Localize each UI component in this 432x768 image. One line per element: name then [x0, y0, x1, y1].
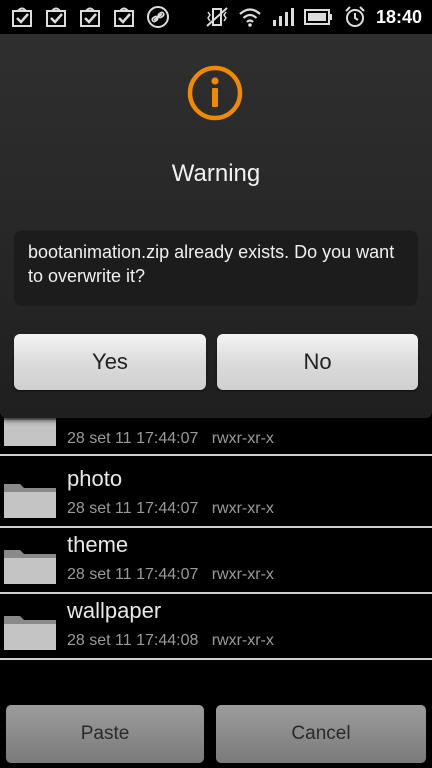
notification-checkbox-icon	[112, 5, 136, 29]
yes-button[interactable]: Yes	[14, 334, 206, 390]
warning-dialog: Warning bootanimation.zip already exists…	[0, 34, 432, 418]
folder-icon	[4, 550, 56, 584]
file-row-wallpaper[interactable]: wallpaper 28 set 11 17:44:08 rwxr-xr-x	[0, 594, 432, 660]
alarm-icon	[343, 5, 367, 29]
file-meta: 28 set 11 17:44:07 rwxr-xr-x	[67, 430, 274, 447]
status-bar: 18:40	[0, 0, 432, 34]
folder-icon	[4, 616, 56, 650]
paste-button[interactable]: Paste	[6, 705, 204, 763]
warning-info-icon	[187, 65, 243, 121]
signal-icon	[271, 5, 295, 29]
no-button[interactable]: No	[217, 334, 418, 390]
folder-icon	[4, 484, 56, 518]
muted-vibrate-icon	[205, 5, 229, 29]
notification-checkbox-icon	[78, 5, 102, 29]
dialog-title: Warning	[171, 160, 261, 187]
file-name: theme	[67, 532, 129, 557]
file-name: wallpaper	[67, 598, 162, 623]
cancel-button[interactable]: Cancel	[216, 705, 426, 763]
bottom-action-bar: Paste Cancel	[0, 700, 432, 768]
message-box: bootanimation.zip already exists. Do you…	[14, 230, 418, 306]
wifi-icon	[238, 5, 262, 29]
clock-time: 18:40	[375, 6, 422, 27]
link-icon	[146, 5, 170, 29]
file-row-photo[interactable]: photo 28 set 11 17:44:07 rwxr-xr-x	[0, 462, 432, 528]
file-meta: 28 set 11 17:44:07 rwxr-xr-x	[67, 566, 274, 583]
file-name: photo	[67, 466, 123, 491]
notification-checkbox-icon	[44, 5, 68, 29]
file-meta: 28 set 11 17:44:07 rwxr-xr-x	[67, 500, 274, 517]
notification-checkbox-icon	[10, 5, 34, 29]
file-row-theme[interactable]: theme 28 set 11 17:44:07 rwxr-xr-x	[0, 528, 432, 594]
battery-icon	[303, 5, 334, 29]
file-meta: 28 set 11 17:44:08 rwxr-xr-x	[67, 632, 274, 649]
dialog-message: bootanimation.zip already exists. Do you…	[28, 242, 395, 286]
